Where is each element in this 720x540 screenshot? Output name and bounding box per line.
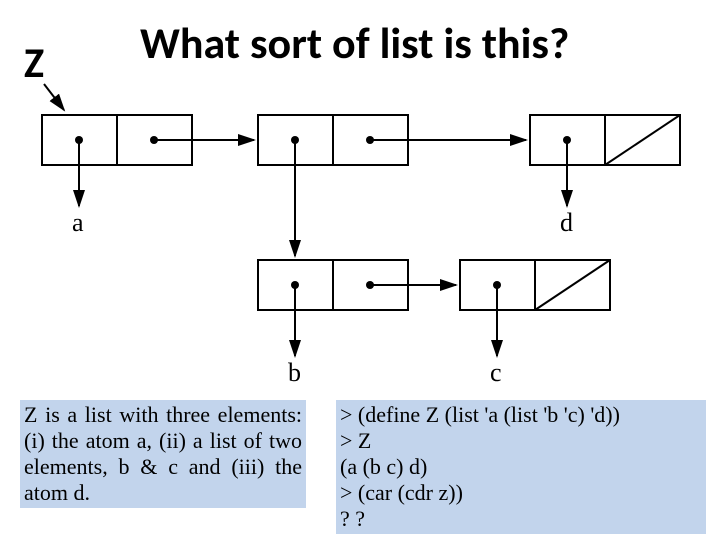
cons-cell-3 [530,115,680,165]
code-line-2: > Z [340,428,702,454]
cons-cell-c [460,260,610,310]
code-line-5: ? ? [340,506,702,532]
code-line-4: > (car (cdr z)) [340,480,702,506]
description-left: Z is a list with three elements: (i) the… [20,400,306,508]
atom-a-label: a [72,208,84,238]
description-right: > (define Z (list 'a (list 'b 'c) 'd)) >… [336,400,706,534]
atom-d-label: d [560,208,573,238]
code-line-1: > (define Z (list 'a (list 'b 'c) 'd)) [340,402,702,428]
code-line-3: (a (b c) d) [340,454,702,480]
atom-c-label: c [490,358,502,388]
atom-b-label: b [288,358,301,388]
